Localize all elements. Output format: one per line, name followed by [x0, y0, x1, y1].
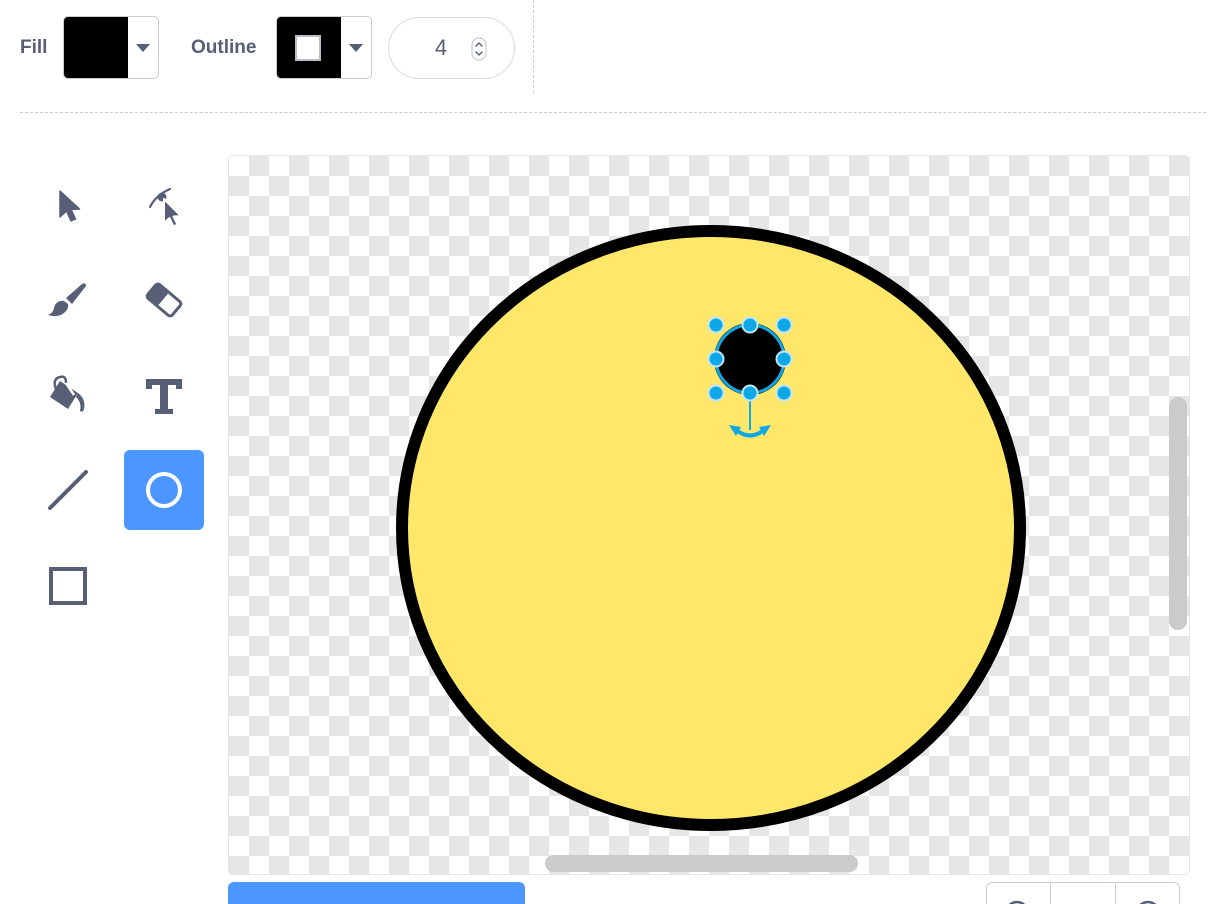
paint-bucket-icon	[50, 375, 85, 412]
zoom-out-button[interactable]	[987, 883, 1051, 904]
reshape-pointer-icon	[148, 187, 182, 228]
zoom-in-icon	[1139, 900, 1157, 904]
convert-mode-button[interactable]	[228, 882, 525, 904]
outline-swatch-inner	[295, 35, 321, 61]
text-tool-button[interactable]	[124, 355, 204, 435]
fill-dropdown-caret[interactable]	[128, 17, 158, 78]
outline-label: Outline	[191, 37, 257, 58]
fill-label: Fill	[20, 37, 48, 58]
resize-handle-s[interactable]	[741, 384, 759, 402]
resize-handle-e[interactable]	[775, 350, 793, 368]
line-icon	[48, 470, 88, 510]
outline-width-stepper[interactable]	[388, 17, 515, 79]
eraser-icon	[145, 282, 183, 318]
rectangle-icon	[49, 567, 87, 605]
paint-editor: Fill Outline	[0, 0, 1210, 904]
chevron-down-icon	[349, 43, 363, 52]
text-T-icon	[146, 379, 182, 414]
zoom-controls	[986, 882, 1180, 904]
outline-color-button[interactable]	[276, 16, 372, 79]
resize-handle-w[interactable]	[707, 350, 725, 368]
rectangle-tool-button[interactable]	[28, 546, 108, 626]
circle-icon	[146, 472, 182, 508]
brush-icon	[48, 283, 86, 317]
fill-tool-button[interactable]	[28, 355, 108, 435]
line-tool-button[interactable]	[28, 450, 108, 530]
toolbar-bottom-divider	[20, 112, 1206, 113]
reshape-tool-button[interactable]	[124, 165, 204, 245]
zoom-in-button[interactable]	[1116, 883, 1179, 904]
zoom-reset-button[interactable]	[1051, 883, 1115, 904]
vertical-scrollbar[interactable]	[1169, 397, 1187, 630]
outline-dropdown-caret[interactable]	[341, 17, 371, 78]
resize-handle-sw[interactable]	[707, 384, 725, 402]
outline-color-swatch[interactable]	[277, 17, 341, 78]
zoom-reset-icon	[1051, 883, 1115, 904]
resize-handle-nw[interactable]	[707, 316, 725, 334]
resize-handle-n[interactable]	[741, 316, 759, 334]
drawing-canvas[interactable]	[228, 155, 1190, 875]
select-tool-button[interactable]	[28, 165, 108, 245]
resize-handle-se[interactable]	[775, 384, 793, 402]
fill-color-button[interactable]	[63, 16, 159, 79]
stepper-arrows-icon[interactable]	[471, 37, 487, 61]
eraser-tool-button[interactable]	[124, 260, 204, 340]
chevron-down-icon	[136, 43, 150, 52]
resize-handle-ne[interactable]	[775, 316, 793, 334]
zoom-out-icon	[1008, 900, 1026, 904]
toolbar-divider	[533, 0, 534, 93]
small-black-circle[interactable]	[714, 323, 786, 395]
horizontal-scrollbar[interactable]	[545, 855, 858, 872]
canvas-artwork	[396, 225, 1026, 831]
brush-tool-button[interactable]	[28, 260, 108, 340]
circle-tool-button[interactable]	[124, 450, 204, 530]
arrow-pointer-icon	[59, 190, 81, 222]
fill-color-swatch[interactable]	[64, 17, 128, 78]
